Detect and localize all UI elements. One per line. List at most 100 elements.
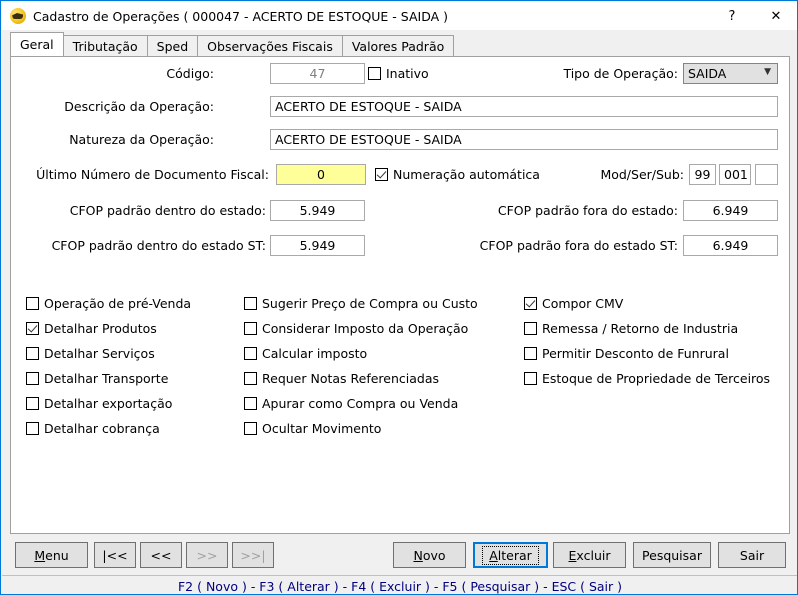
checkbox-compor-cmv[interactable]: Compor CMV	[524, 291, 770, 316]
checkbox-ocultar-movimento-label: Ocultar Movimento	[262, 421, 382, 436]
checkbox-considerar-imposto-box[interactable]	[244, 322, 257, 335]
checkbox-numeracao-automatica[interactable]: Numeração automática	[375, 167, 540, 182]
cfop-fora-input[interactable]: 6.949	[683, 199, 778, 221]
checkbox-calcular-imposto-label: Calcular imposto	[262, 346, 368, 361]
checkbox-remessa-retorno-industria-label: Remessa / Retorno de Industria	[542, 321, 739, 336]
checkbox-considerar-imposto[interactable]: Considerar Imposto da Operação	[244, 316, 478, 341]
checkbox-detalhar-exportacao-box[interactable]	[26, 397, 39, 410]
tipo-operacao-combo[interactable]: SAIDA ▼	[683, 62, 778, 84]
checkbox-detalhar-exportacao-label: Detalhar exportação	[44, 396, 173, 411]
alterar-button[interactable]: Alterar	[473, 542, 548, 568]
sair-button[interactable]: Sair	[718, 542, 786, 568]
ultimo-numero-label: Último Número de Documento Fiscal:	[36, 166, 269, 182]
checkbox-ocultar-movimento[interactable]: Ocultar Movimento	[244, 416, 478, 441]
tab-valores-padrao[interactable]: Valores Padrão	[341, 35, 455, 56]
checkbox-considerar-imposto-label: Considerar Imposto da Operação	[262, 321, 469, 336]
checkbox-ocultar-movimento-box[interactable]	[244, 422, 257, 435]
next-record-button[interactable]: >>	[186, 542, 228, 568]
cfop-dentro-label: CFOP padrão dentro do estado:	[69, 202, 266, 218]
novo-button[interactable]: Novo	[393, 542, 466, 568]
tab-tributacao[interactable]: Tributação	[62, 35, 148, 56]
tab-geral[interactable]: Geral	[10, 32, 64, 56]
checkbox-apurar-como-compra-ou-venda[interactable]: Apurar como Compra ou Venda	[244, 391, 478, 416]
checkbox-detalhar-transporte[interactable]: Detalhar Transporte	[26, 366, 191, 391]
help-button[interactable]: ?	[710, 2, 754, 30]
tab-content-panel: Código: 47 Inativo Tipo de Operação: SAI…	[10, 56, 790, 534]
window-title: Cadastro de Operações ( 000047 - ACERTO …	[33, 8, 449, 24]
checkbox-permitir-desconto-funrural-label: Permitir Desconto de Funrural	[542, 346, 729, 361]
checkbox-detalhar-produtos[interactable]: Detalhar Produtos	[26, 316, 191, 341]
codigo-field: 47	[270, 62, 365, 84]
checkbox-compor-cmv-label: Compor CMV	[542, 296, 624, 311]
cfop-fora-st-label: CFOP padrão fora do estado ST:	[479, 237, 678, 253]
checkbox-requer-notas-referenciadas-box[interactable]	[244, 372, 257, 385]
checkbox-permitir-desconto-funrural[interactable]: Permitir Desconto de Funrural	[524, 341, 770, 366]
natureza-input[interactable]: ACERTO DE ESTOQUE - SAIDA	[270, 128, 778, 150]
checkbox-detalhar-transporte-label: Detalhar Transporte	[44, 371, 169, 386]
button-bar: Menu |<< << >> >>| Novo Alterar Excluir …	[2, 542, 797, 574]
checkbox-inativo-label: Inativo	[386, 65, 429, 81]
excluir-button[interactable]: Excluir	[553, 542, 626, 568]
title-bar: Cadastro de Operações ( 000047 - ACERTO …	[2, 2, 797, 30]
checkbox-detalhar-produtos-label: Detalhar Produtos	[44, 321, 157, 336]
checkbox-detalhar-produtos-box[interactable]	[26, 322, 39, 335]
ser-input[interactable]: 001	[719, 163, 751, 185]
descricao-label: Descrição da Operação:	[64, 98, 214, 114]
pesquisar-button[interactable]: Pesquisar	[633, 542, 711, 568]
checkbox-detalhar-servicos[interactable]: Detalhar Serviços	[26, 341, 191, 366]
previous-record-button[interactable]: <<	[140, 542, 182, 568]
checkbox-remessa-retorno-industria-box[interactable]	[524, 322, 537, 335]
checkbox-detalhar-transporte-box[interactable]	[26, 372, 39, 385]
checkbox-detalhar-cobranca[interactable]: Detalhar cobrança	[26, 416, 191, 441]
last-record-button[interactable]: >>|	[232, 542, 274, 568]
mod-input[interactable]: 99	[689, 163, 716, 185]
tab-strip: Geral Tributação Sped Observações Fiscai…	[10, 32, 790, 56]
descricao-input[interactable]: ACERTO DE ESTOQUE - SAIDA	[270, 95, 778, 117]
ultimo-numero-input[interactable]: 0	[276, 163, 366, 185]
checkbox-sugerir-preco-box[interactable]	[244, 297, 257, 310]
checkbox-estoque-propriedade-terceiros[interactable]: Estoque de Propriedade de Terceiros	[524, 366, 770, 391]
checkbox-operacao-pre-venda[interactable]: Operação de pré-Venda	[26, 291, 191, 316]
checkbox-detalhar-servicos-label: Detalhar Serviços	[44, 346, 155, 361]
checkbox-permitir-desconto-funrural-box[interactable]	[524, 347, 537, 360]
checkbox-requer-notas-referenciadas[interactable]: Requer Notas Referenciadas	[244, 366, 478, 391]
checkbox-detalhar-servicos-box[interactable]	[26, 347, 39, 360]
checkbox-sugerir-preco[interactable]: Sugerir Preço de Compra ou Custo	[244, 291, 478, 316]
tab-observacoes-fiscais[interactable]: Observações Fiscais	[197, 35, 343, 56]
sub-input[interactable]	[755, 163, 778, 185]
first-record-button[interactable]: |<<	[94, 542, 136, 568]
close-button[interactable]: ✕	[754, 2, 797, 30]
checkbox-estoque-propriedade-terceiros-label: Estoque de Propriedade de Terceiros	[542, 371, 771, 386]
app-window-icon	[10, 8, 26, 24]
checkbox-inativo[interactable]: Inativo	[368, 66, 429, 81]
checkbox-operacao-pre-venda-label: Operação de pré-Venda	[44, 296, 192, 311]
checkbox-detalhar-cobranca-box[interactable]	[26, 422, 39, 435]
cfop-fora-st-input[interactable]: 6.949	[683, 234, 778, 256]
checkbox-operacao-pre-venda-box[interactable]	[26, 297, 39, 310]
checkbox-column-3: Compor CMV Remessa / Retorno de Industri…	[524, 291, 770, 391]
checkbox-numeracao-automatica-box[interactable]	[375, 167, 388, 181]
checkbox-estoque-propriedade-terceiros-box[interactable]	[524, 372, 537, 385]
modsersub-label: Mod/Ser/Sub:	[600, 166, 684, 182]
checkbox-inativo-box[interactable]	[368, 66, 381, 80]
natureza-label: Natureza da Operação:	[69, 131, 214, 147]
menu-button[interactable]: Menu	[15, 542, 88, 568]
checkbox-detalhar-exportacao[interactable]: Detalhar exportação	[26, 391, 191, 416]
window-controls: ? ✕	[710, 2, 797, 30]
checkbox-calcular-imposto[interactable]: Calcular imposto	[244, 341, 478, 366]
checkbox-sugerir-preco-label: Sugerir Preço de Compra ou Custo	[262, 296, 478, 311]
checkbox-compor-cmv-box[interactable]	[524, 297, 537, 310]
cfop-fora-label: CFOP padrão fora do estado:	[497, 202, 678, 218]
checkbox-detalhar-cobranca-label: Detalhar cobrança	[44, 421, 160, 436]
tab-sped[interactable]: Sped	[146, 35, 199, 56]
tipo-operacao-label: Tipo de Operação:	[563, 65, 678, 81]
checkbox-calcular-imposto-box[interactable]	[244, 347, 257, 360]
status-bar: F2 ( Novo ) - F3 ( Alterar ) - F4 ( Excl…	[2, 575, 797, 594]
checkbox-apurar-como-compra-ou-venda-box[interactable]	[244, 397, 257, 410]
tipo-operacao-value[interactable]: SAIDA	[683, 62, 778, 84]
checkbox-numeracao-automatica-label: Numeração automática	[393, 166, 540, 182]
checkbox-apurar-como-compra-ou-venda-label: Apurar como Compra ou Venda	[262, 396, 459, 411]
cfop-dentro-st-input[interactable]: 5.949	[270, 234, 365, 256]
checkbox-remessa-retorno-industria[interactable]: Remessa / Retorno de Industria	[524, 316, 770, 341]
cfop-dentro-input[interactable]: 5.949	[270, 199, 365, 221]
